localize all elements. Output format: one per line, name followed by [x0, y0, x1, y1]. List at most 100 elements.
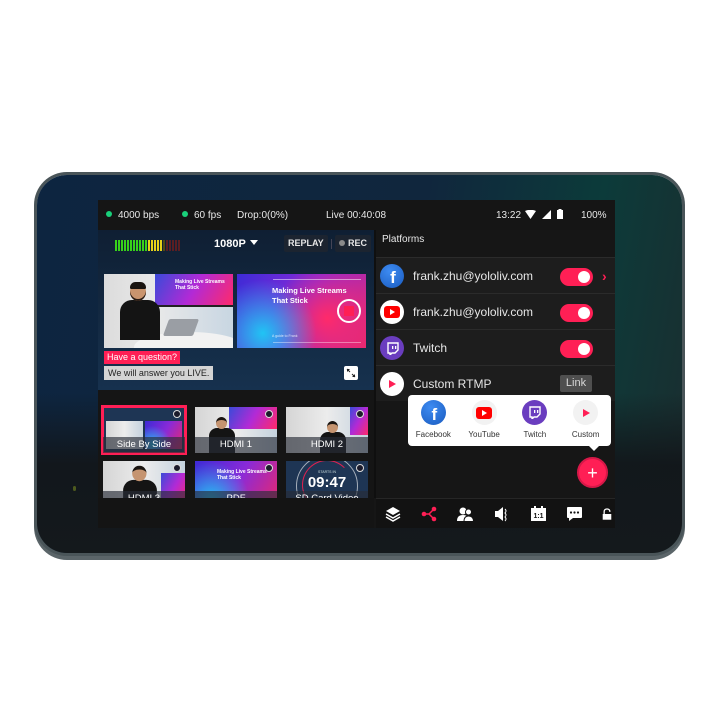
- audio-level-segment: [139, 240, 141, 251]
- platforms-title: Platforms: [382, 234, 425, 245]
- bottom-toolbar: 1:1: [376, 498, 615, 528]
- popup-item-label: YouTube: [468, 430, 500, 439]
- platform-row-twitch[interactable]: Twitch: [376, 329, 615, 365]
- source-settings-icon[interactable]: [356, 410, 364, 418]
- platforms-panel: Platforms f frank.zhu@yololiv.com › fran…: [376, 230, 615, 498]
- slide-subtitle: A guide to Frank: [272, 334, 298, 338]
- popup-item-facebook[interactable]: f Facebook: [409, 400, 457, 446]
- lower-third-subtitle: We will answer you LIVE.: [104, 366, 214, 380]
- audio-level-segment: [157, 240, 159, 251]
- fps-indicator-icon: [182, 211, 188, 217]
- share-button[interactable]: [420, 505, 438, 523]
- svg-text:1:1: 1:1: [533, 513, 543, 520]
- fps-status: 60 fps: [182, 210, 221, 221]
- audio-level-segment: [154, 240, 156, 251]
- facebook-icon: f: [380, 264, 404, 288]
- lock-icon: [602, 508, 612, 520]
- audio-level-segment: [169, 240, 171, 251]
- add-platform-button[interactable]: +: [577, 457, 608, 488]
- audio-level-segment: [124, 240, 126, 251]
- source-settings-icon[interactable]: [173, 464, 181, 472]
- record-button[interactable]: REC: [335, 235, 372, 252]
- audio-level-segment: [163, 240, 165, 251]
- drop-status: Drop:0(0%): [237, 210, 289, 221]
- link-button[interactable]: Link: [560, 375, 592, 392]
- slide-logo-icon: [337, 299, 361, 323]
- audio-level-segment: [178, 240, 180, 251]
- platform-toggle[interactable]: [560, 340, 593, 358]
- platform-row-youtube[interactable]: frank.zhu@yololiv.com: [376, 293, 615, 329]
- source-label: HDMI 2: [286, 437, 368, 453]
- layers-icon: [385, 507, 401, 522]
- audio-button[interactable]: [493, 505, 511, 523]
- preview-camera-feed: Making Live Streams That Stick: [104, 274, 233, 348]
- divider: [331, 239, 332, 249]
- popup-item-youtube[interactable]: YouTube: [460, 400, 508, 446]
- custom-icon: [573, 400, 599, 425]
- presenter: [120, 282, 160, 343]
- replay-button[interactable]: REPLAY: [284, 235, 328, 252]
- source-tile-side-by-side[interactable]: Side By Side: [101, 405, 187, 455]
- audio-level-segment: [142, 240, 144, 251]
- popup-item-custom[interactable]: Custom: [562, 400, 610, 446]
- popup-item-twitch[interactable]: Twitch: [511, 400, 559, 446]
- youtube-icon: [471, 400, 497, 425]
- background-screen: Making Live Streams That Stick: [155, 274, 233, 307]
- aspect-ratio-button[interactable]: 1:1: [529, 505, 547, 523]
- audio-level-segment: [121, 240, 123, 251]
- source-settings-icon[interactable]: [265, 410, 273, 418]
- users-icon: [456, 507, 474, 522]
- expand-icon: [346, 368, 356, 378]
- pdf-slide-title: Making Live Streams That Stick: [217, 469, 267, 481]
- audio-level-segment: [127, 240, 129, 251]
- fps-value: 60 fps: [194, 210, 222, 221]
- fullscreen-button[interactable]: [344, 366, 358, 380]
- audio-level-segment: [148, 240, 150, 251]
- lower-third-title: Have a question?: [104, 351, 181, 364]
- chevron-right-icon[interactable]: ›: [602, 268, 607, 284]
- lock-button[interactable]: [602, 505, 612, 523]
- bitrate-indicator-icon: [106, 211, 112, 217]
- popup-item-label: Twitch: [523, 430, 547, 439]
- camera-indicator: [73, 486, 76, 491]
- platform-row-facebook[interactable]: f frank.zhu@yololiv.com ›: [376, 257, 615, 293]
- audio-level-meter: [115, 240, 180, 251]
- twitch-icon: [380, 336, 404, 360]
- resolution-selector[interactable]: 1080P: [214, 238, 258, 250]
- background-slide-text: Making Live Streams That Stick: [175, 279, 225, 291]
- status-bar: 4000 bps 60 fps Drop:0(0%) Live 00:40:08…: [98, 200, 615, 230]
- bitrate-status: 4000 bps: [106, 210, 159, 221]
- audio-level-segment: [151, 240, 153, 251]
- guests-button[interactable]: [456, 505, 474, 523]
- left-footer: [98, 498, 374, 528]
- battery-level: 100%: [581, 210, 607, 221]
- source-settings-icon[interactable]: [356, 464, 364, 472]
- slide-rule-bottom: [273, 342, 361, 343]
- audio-level-segment: [172, 240, 174, 251]
- chat-button[interactable]: [565, 505, 583, 523]
- source-tile-hdmi-1[interactable]: HDMI 1: [195, 407, 277, 453]
- platform-account: frank.zhu@yololiv.com: [413, 269, 533, 283]
- layers-button[interactable]: [384, 505, 402, 523]
- source-grid: Side By Side HDMI 1 HDMI 2 HDMI 3 Making…: [98, 390, 374, 507]
- audio-level-segment: [175, 240, 177, 251]
- audio-level-segment: [118, 240, 120, 251]
- countdown-timer: 09:47: [307, 474, 347, 491]
- record-dot-icon: [339, 240, 345, 246]
- aspect-ratio-icon: 1:1: [530, 506, 546, 521]
- platform-name: Custom RTMP: [413, 377, 492, 391]
- audio-level-segment: [166, 240, 168, 251]
- audio-icon: [495, 507, 507, 522]
- add-platform-popup: f Facebook YouTube Twitch Custom: [408, 395, 611, 451]
- platform-toggle[interactable]: [560, 268, 593, 286]
- platform-toggle[interactable]: [560, 304, 593, 322]
- source-tile-hdmi-2[interactable]: HDMI 2: [286, 407, 368, 453]
- laptop: [162, 319, 200, 336]
- audio-level-segment: [130, 240, 132, 251]
- source-settings-icon[interactable]: [173, 410, 181, 418]
- caret-down-icon: [249, 240, 258, 245]
- bitrate-value: 4000 bps: [118, 210, 160, 221]
- audio-level-segment: [115, 240, 117, 251]
- audio-level-segment: [145, 240, 147, 251]
- source-settings-icon[interactable]: [265, 464, 273, 472]
